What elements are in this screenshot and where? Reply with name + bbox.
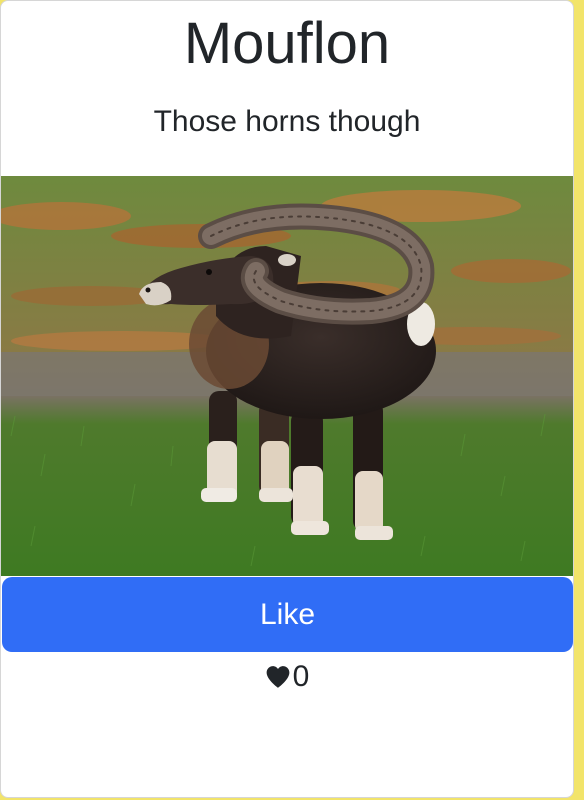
like-count: 0 — [1, 657, 573, 697]
mouflon-photo — [1, 176, 573, 576]
animal-card: Mouflon Those horns though Like 0 — [0, 0, 574, 798]
animal-subtitle: Those horns though — [153, 105, 421, 138]
like-button[interactable]: Like — [2, 577, 573, 652]
animal-title: Mouflon — [183, 11, 391, 76]
heart-icon — [266, 666, 290, 688]
like-count-value: 0 — [292, 660, 310, 693]
